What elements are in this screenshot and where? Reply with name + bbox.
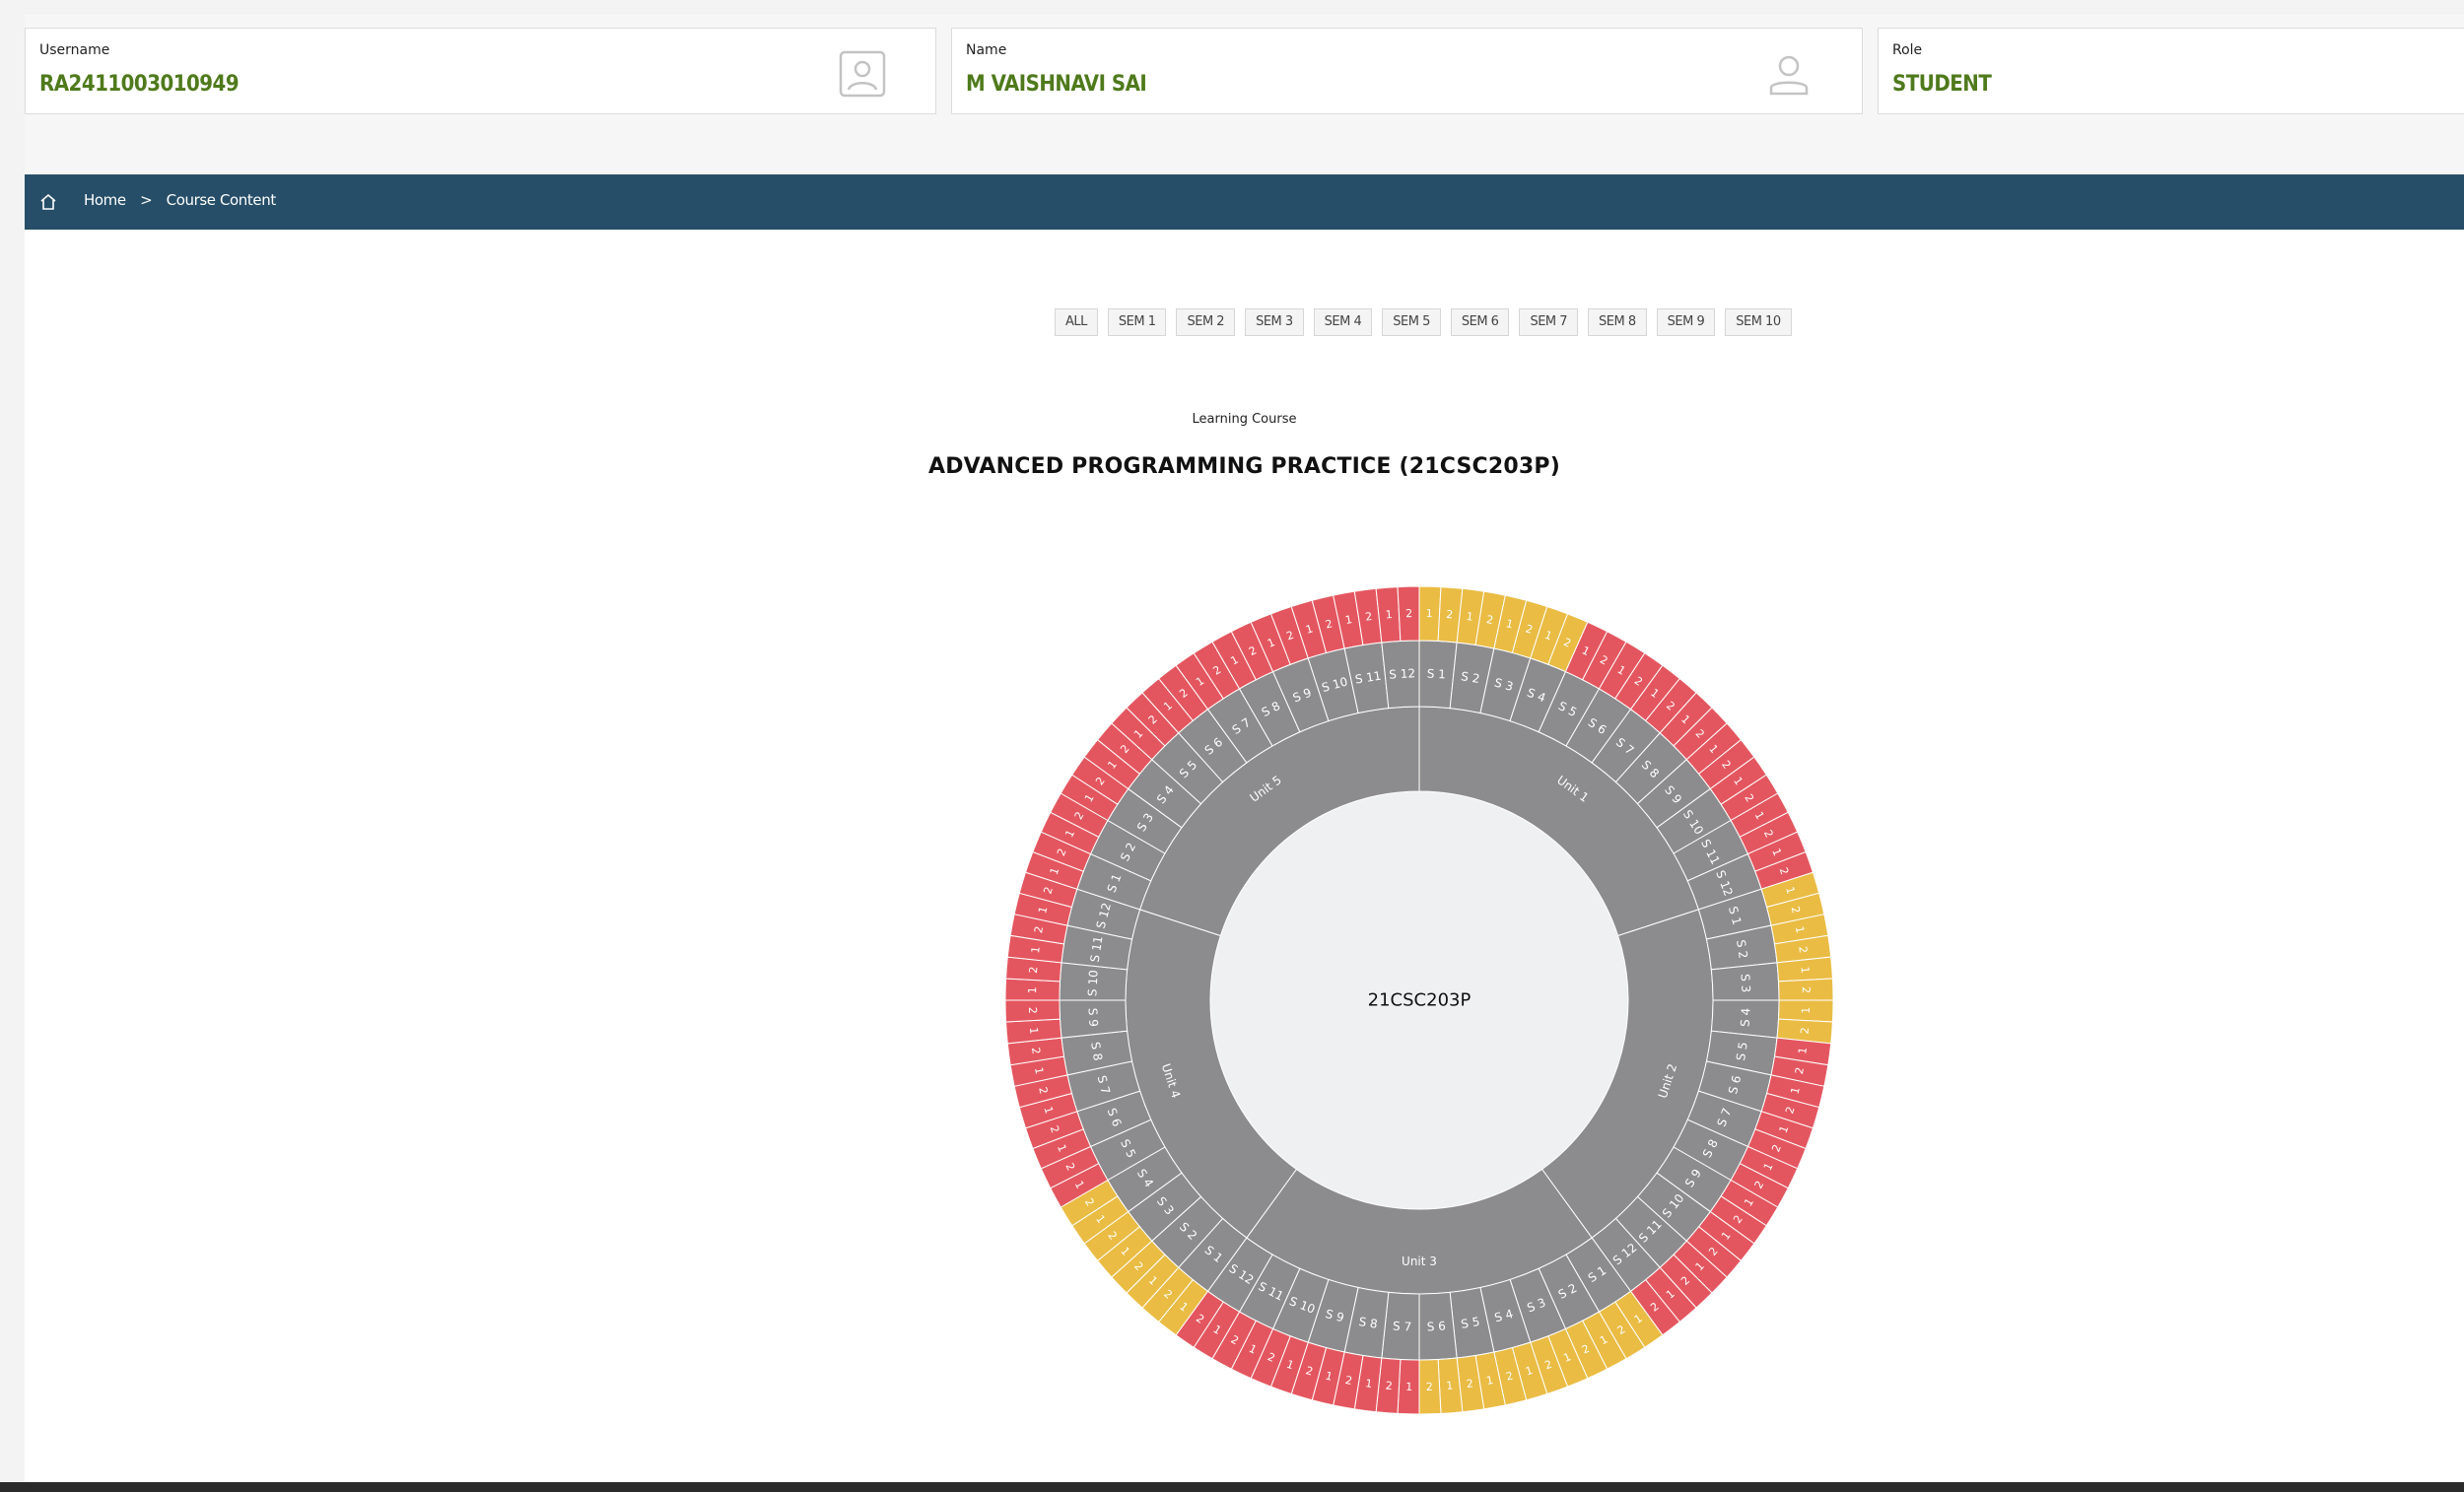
home-icon[interactable] <box>38 192 58 212</box>
taskbar-strip <box>0 1482 2464 1492</box>
learning-course-label: Learning Course <box>1192 412 1297 427</box>
outer-label-u2-s4-2: 2 <box>1799 1027 1813 1035</box>
sem-tab-8[interactable]: SEM 8 <box>1588 308 1647 336</box>
sem-tab-3[interactable]: SEM 3 <box>1245 308 1304 336</box>
outer-label-u4-s9-1: 1 <box>1027 1027 1041 1035</box>
name-value: M VAISHNAVI SAI <box>966 72 1147 97</box>
user-icon <box>1769 55 1809 96</box>
sem-tab-1[interactable]: SEM 1 <box>1107 308 1167 336</box>
session-label-u4-s10: S 10 <box>1085 970 1100 996</box>
breadcrumb: Home > Course Content <box>84 191 276 209</box>
name-label: Name <box>966 42 1007 58</box>
course-sunburst-chart: 21CSC203PUnit 1S 11 2S 21 2S 31 2S 412S 512… <box>1004 585 1834 1415</box>
outer-label-u5-s12-1: 1 <box>1385 608 1393 622</box>
id-card-icon <box>839 50 886 98</box>
username-value: RA2411003010949 <box>39 72 240 97</box>
role-label: Role <box>1892 42 1923 58</box>
outer-label-u4-s9-2: 2 <box>1026 1007 1039 1014</box>
sunburst-center-code: 21CSC203P <box>1368 990 1472 1011</box>
session-label-u1-s2: S 2 <box>1460 669 1480 686</box>
session-label-u2-s3: S 3 <box>1739 974 1753 993</box>
semester-tabs: ALL SEM 1 SEM 2 SEM 3 SEM 4 SEM 5 SEM 6 SEM 7 SE… <box>1055 308 1792 336</box>
sem-tab-6[interactable]: SEM 6 <box>1450 308 1510 336</box>
role-card: Role STUDENT <box>1878 28 2464 114</box>
sem-tab-9[interactable]: SEM 9 <box>1656 308 1716 336</box>
breadcrumb-bar: Home > Course Content <box>25 174 2464 230</box>
sem-tab-5[interactable]: SEM 5 <box>1382 308 1441 336</box>
outer-label-u5-s12-2: 2 <box>1405 607 1412 620</box>
outer-label-u4-s10-1: 1 <box>1026 986 1039 993</box>
username-card: Username RA2411003010949 <box>25 28 936 114</box>
course-content-panel: ALL SEM 1 SEM 2 SEM 3 SEM 4 SEM 5 SEM 6 SEM 7 SE… <box>25 230 2464 1486</box>
session-label-u2-s5: S 5 <box>1734 1041 1750 1061</box>
outer-label-u4-s10-2: 2 <box>1027 966 1041 974</box>
outer-label-u2-s3-2: 2 <box>1800 986 1813 993</box>
session-label-u2-s4: S 4 <box>1739 1007 1753 1027</box>
session-label-u3-s8: S 8 <box>1358 1315 1379 1331</box>
outer-label-u1-s1-1: 1 <box>1426 607 1433 620</box>
course-title: ADVANCED PROGRAMMING PRACTICE (21CSC203P… <box>927 454 1561 479</box>
session-label-u1-s1: S 1 <box>1426 666 1446 681</box>
breadcrumb-separator: > <box>140 191 153 209</box>
unit-label-3: Unit 3 <box>1402 1255 1437 1268</box>
outer-label-u2-s4-1: 1 <box>1800 1007 1813 1014</box>
app-frame: Username RA2411003010949 Name M VAISHNAV… <box>25 14 2464 1492</box>
outer-label-u1-s1-2: 2 <box>1446 608 1454 622</box>
role-value: STUDENT <box>1892 72 1992 97</box>
name-card: Name M VAISHNAVI SAI <box>951 28 1863 114</box>
session-label-u3-s6: S 6 <box>1426 1320 1446 1334</box>
breadcrumb-current: Course Content <box>166 191 277 209</box>
session-label-u4-s8: S 8 <box>1088 1041 1105 1061</box>
sem-tab-7[interactable]: SEM 7 <box>1519 308 1579 336</box>
outer-label-u3-s6-1: 1 <box>1446 1380 1454 1393</box>
session-label-u3-s7: S 7 <box>1393 1320 1412 1334</box>
outer-label-u3-s6-2: 2 <box>1426 1381 1433 1393</box>
sem-tab-4[interactable]: SEM 4 <box>1313 308 1373 336</box>
outer-label-u3-s7-2: 2 <box>1385 1380 1393 1393</box>
session-label-u4-s9: S 9 <box>1085 1007 1100 1027</box>
session-label-u3-s5: S 5 <box>1460 1315 1480 1331</box>
sem-tab-all[interactable]: ALL <box>1055 308 1098 336</box>
session-label-u2-s2: S 2 <box>1734 939 1750 960</box>
sem-tab-10[interactable]: SEM 10 <box>1725 308 1792 336</box>
username-label: Username <box>39 42 110 58</box>
outer-label-u3-s7-1: 1 <box>1405 1381 1412 1393</box>
outer-label-u2-s3-1: 1 <box>1799 966 1813 974</box>
session-label-u5-s12: S 12 <box>1389 666 1415 681</box>
breadcrumb-home-link[interactable]: Home <box>84 191 126 209</box>
sem-tab-2[interactable]: SEM 2 <box>1176 308 1236 336</box>
